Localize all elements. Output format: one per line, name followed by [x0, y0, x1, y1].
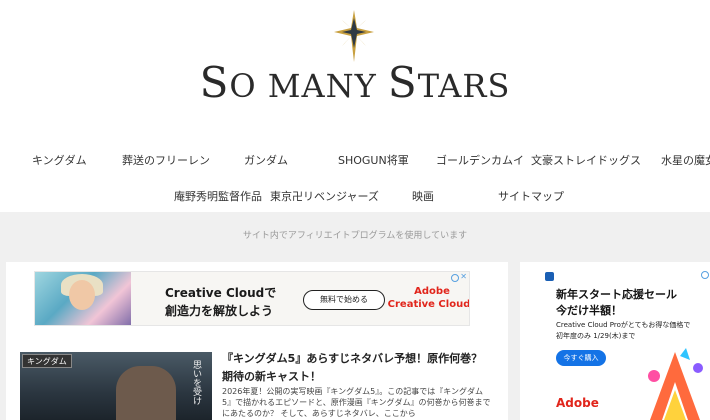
- sidebar-ad-body-1: Creative Cloud Proがとてもお得な価格で: [556, 321, 691, 329]
- sidebar-ad-headline-1: 新年スタート応援セール: [556, 288, 677, 301]
- nav-item-bungo-stray-dogs[interactable]: 文豪ストレイドッグス: [531, 152, 641, 168]
- sidebar-ad-body-2: 初年度のみ 1/29(木)まで: [556, 332, 636, 340]
- ad-info-icon[interactable]: [451, 274, 459, 282]
- thumbnail-caption: 思いを受け: [191, 360, 201, 405]
- nav-item-golden-kamuy[interactable]: ゴールデンカムイ: [436, 152, 524, 168]
- article-title[interactable]: 『キングダム5』あらすじネタバレ予想！原作何巻？期待の新キャスト！: [222, 350, 492, 386]
- nav-item-gundam[interactable]: ガンダム: [244, 152, 288, 168]
- nav-item-witch-from-mercury[interactable]: 水星の魔女: [661, 152, 710, 168]
- sidebar-ad-info-icon[interactable]: [701, 271, 709, 279]
- affiliate-disclosure-text: サイト内でアフィリエイトプログラムを使用しています: [242, 231, 468, 241]
- ad-photo: [35, 272, 131, 325]
- nav-item-frieren[interactable]: 葬送のフリーレン: [122, 152, 210, 168]
- sidebar-ad-buy-button[interactable]: 今すぐ購入: [556, 350, 606, 366]
- nav-item-tokyo-revengers[interactable]: 東京卍リベンジャーズ: [270, 188, 379, 204]
- nav-item-sitemap[interactable]: サイトマップ: [498, 188, 564, 204]
- ad-brand-adobe: Adobe: [414, 286, 450, 297]
- banner-ad[interactable]: Creative Cloudで 創造力を解放しよう 無料で始める Adobe C…: [34, 271, 470, 326]
- sidebar-ad-brand: Adobe: [556, 396, 599, 410]
- adobe-logo-art-icon: [648, 348, 703, 420]
- ad-start-free-button[interactable]: 無料で始める: [303, 290, 385, 310]
- site-title[interactable]: SO MANY STARS: [0, 58, 710, 107]
- article-excerpt: 2026年夏！公開の実写映画『キングダム5』。この記事では『キングダム5』で描か…: [222, 387, 491, 418]
- category-badge[interactable]: キングダム: [22, 354, 72, 368]
- ad-close-icon[interactable]: ✕: [460, 272, 467, 281]
- ad-brand-creative-cloud: Creative Cloud: [387, 299, 470, 310]
- nav-item-movies[interactable]: 映画: [412, 188, 434, 204]
- nav-item-anno-works[interactable]: 庵野秀明監督作品: [174, 188, 262, 204]
- site-header: SO MANY STARS キングダム 葬送のフリーレン ガンダム SHOGUN…: [0, 0, 710, 212]
- ad-choices-icon[interactable]: [545, 272, 554, 281]
- ad-headline-2: 創造力を解放しよう: [165, 304, 274, 318]
- affiliate-disclosure-band: サイト内でアフィリエイトプログラムを使用しています: [0, 212, 710, 260]
- ad-headline-1: Creative Cloudで: [165, 286, 277, 300]
- nav-item-kingdom[interactable]: キングダム: [32, 152, 87, 168]
- nav-item-shogun[interactable]: SHOGUN将軍: [338, 152, 409, 168]
- sidebar-ad-headline-2: 今だけ半額！: [556, 304, 622, 317]
- star-logo-icon[interactable]: [334, 10, 374, 62]
